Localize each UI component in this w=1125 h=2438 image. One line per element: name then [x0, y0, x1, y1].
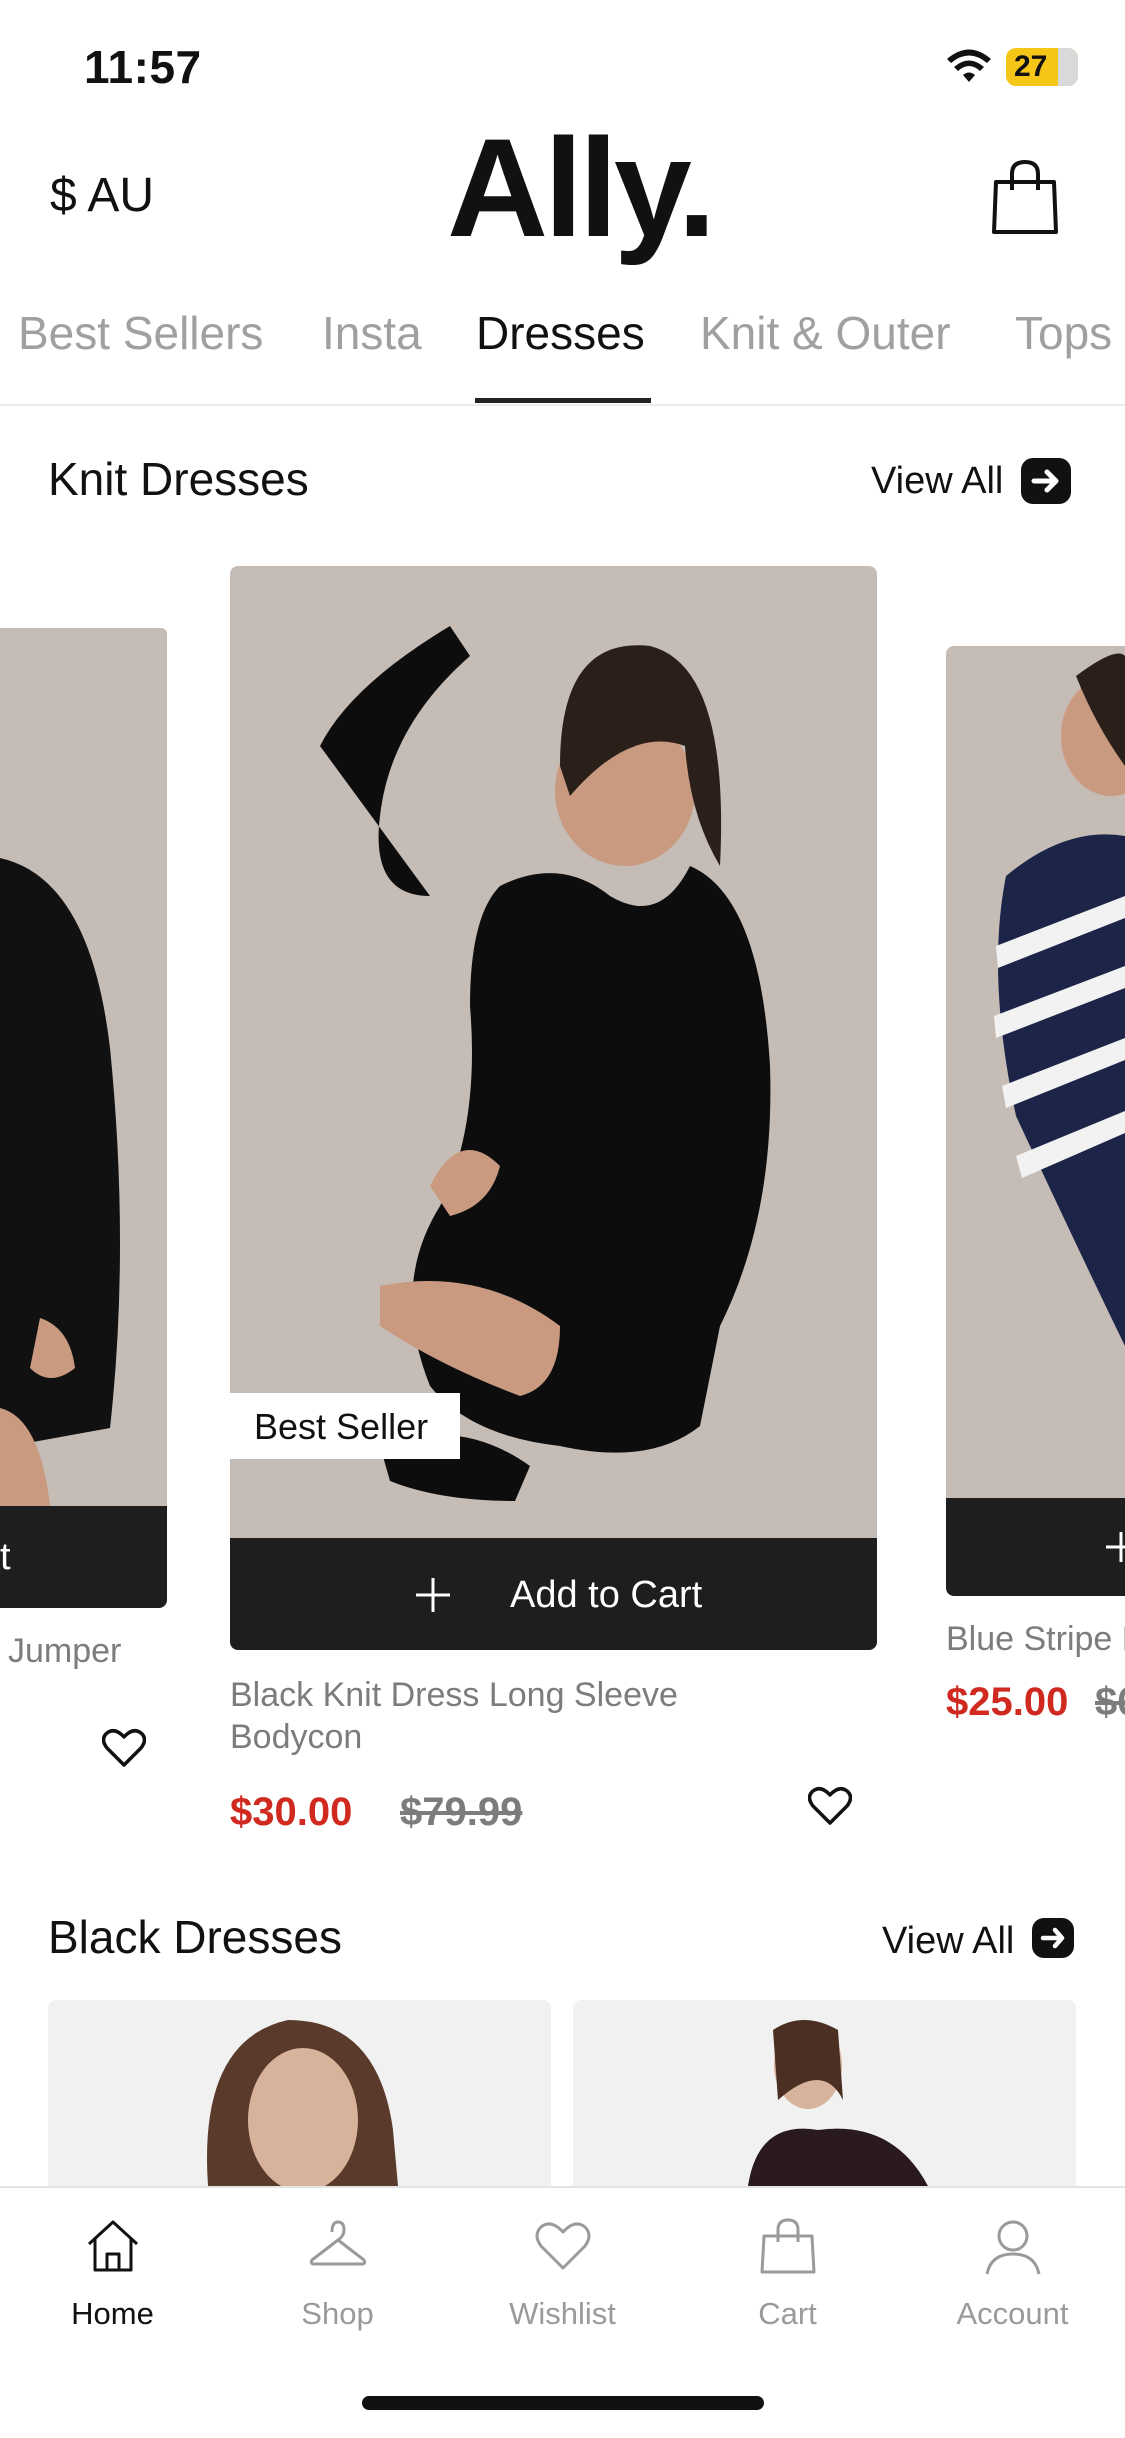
add-to-cart-button[interactable] — [946, 1498, 1125, 1596]
add-to-cart-button[interactable]: t — [0, 1506, 167, 1608]
wifi-icon — [947, 49, 991, 82]
arrow-right-icon[interactable] — [1021, 458, 1071, 504]
home-icon — [87, 2220, 138, 2272]
heart-icon[interactable] — [102, 1728, 146, 1768]
battery-level: 27 — [1014, 50, 1048, 83]
arrow-right-icon[interactable] — [1032, 1918, 1074, 1958]
product-name[interactable]: Jumper — [8, 1630, 121, 1672]
divider — [0, 404, 1125, 406]
nav-label: Shop — [301, 2296, 374, 2331]
nav-shop[interactable]: Shop — [225, 2214, 450, 2332]
battery-icon: 27 — [1006, 48, 1078, 86]
badge-label: Best Seller — [254, 1406, 429, 1447]
section-title-knit-dresses: Knit Dresses — [48, 453, 309, 505]
view-all-link[interactable]: View All — [871, 460, 1003, 503]
section-title-black-dresses: Black Dresses — [48, 1911, 342, 1963]
home-indicator — [362, 2396, 764, 2410]
add-to-cart-label: t — [0, 1536, 11, 1578]
bag-icon — [760, 2218, 815, 2274]
sale-price: $25.00 — [946, 1680, 1069, 1724]
nav-cart[interactable]: Cart — [675, 2214, 900, 2332]
best-seller-badge: Best Seller — [230, 1393, 460, 1459]
tab-dresses[interactable]: Dresses — [476, 306, 645, 360]
hanger-icon — [309, 2220, 366, 2266]
nav-wishlist[interactable]: Wishlist — [450, 2214, 675, 2332]
currency-selector[interactable]: $ AU — [50, 168, 154, 223]
heart-icon — [535, 2222, 590, 2270]
original-price: $79.99 — [400, 1790, 523, 1834]
original-price: $6 — [1095, 1680, 1125, 1724]
sale-price: $30.00 — [230, 1790, 353, 1834]
user-icon — [985, 2220, 1040, 2275]
nav-label: Cart — [758, 2296, 817, 2331]
nav-account[interactable]: Account — [900, 2214, 1125, 2332]
product-image[interactable] — [946, 646, 1125, 1498]
status-time: 11:57 — [84, 41, 202, 93]
tab-best-sellers[interactable]: Best Sellers — [18, 306, 263, 360]
tab-tops[interactable]: Tops — [1015, 306, 1112, 360]
product-name-line2[interactable]: Bodycon — [230, 1716, 362, 1758]
product-name-line1[interactable]: Black Knit Dress Long Sleeve — [230, 1674, 678, 1716]
active-tab-indicator — [475, 398, 651, 403]
product-image[interactable] — [48, 2000, 551, 2186]
nav-label: Account — [956, 2296, 1069, 2331]
heart-icon[interactable] — [808, 1786, 852, 1826]
tab-insta[interactable]: Insta — [322, 306, 422, 360]
nav-label: Home — [71, 2296, 154, 2331]
nav-label: Wishlist — [509, 2296, 616, 2331]
product-image[interactable] — [573, 2000, 1076, 2186]
view-all-link[interactable]: View All — [882, 1920, 1014, 1963]
product-name[interactable]: Blue Stripe K — [946, 1618, 1125, 1660]
plus-icon — [416, 1578, 450, 1612]
nav-home[interactable]: Home — [0, 2214, 225, 2332]
add-to-cart-button[interactable]: Add to Cart — [230, 1538, 877, 1650]
category-tabs: Best Sellers Insta Dresses Knit & Outer … — [0, 300, 1125, 404]
product-image[interactable] — [0, 628, 167, 1506]
shopping-bag-icon[interactable] — [990, 160, 1060, 234]
add-to-cart-label: Add to Cart — [510, 1574, 703, 1616]
tab-knit-outer[interactable]: Knit & Outer — [700, 306, 951, 360]
brand-logo[interactable]: Ally. — [447, 118, 716, 258]
plus-icon — [1106, 1532, 1125, 1562]
